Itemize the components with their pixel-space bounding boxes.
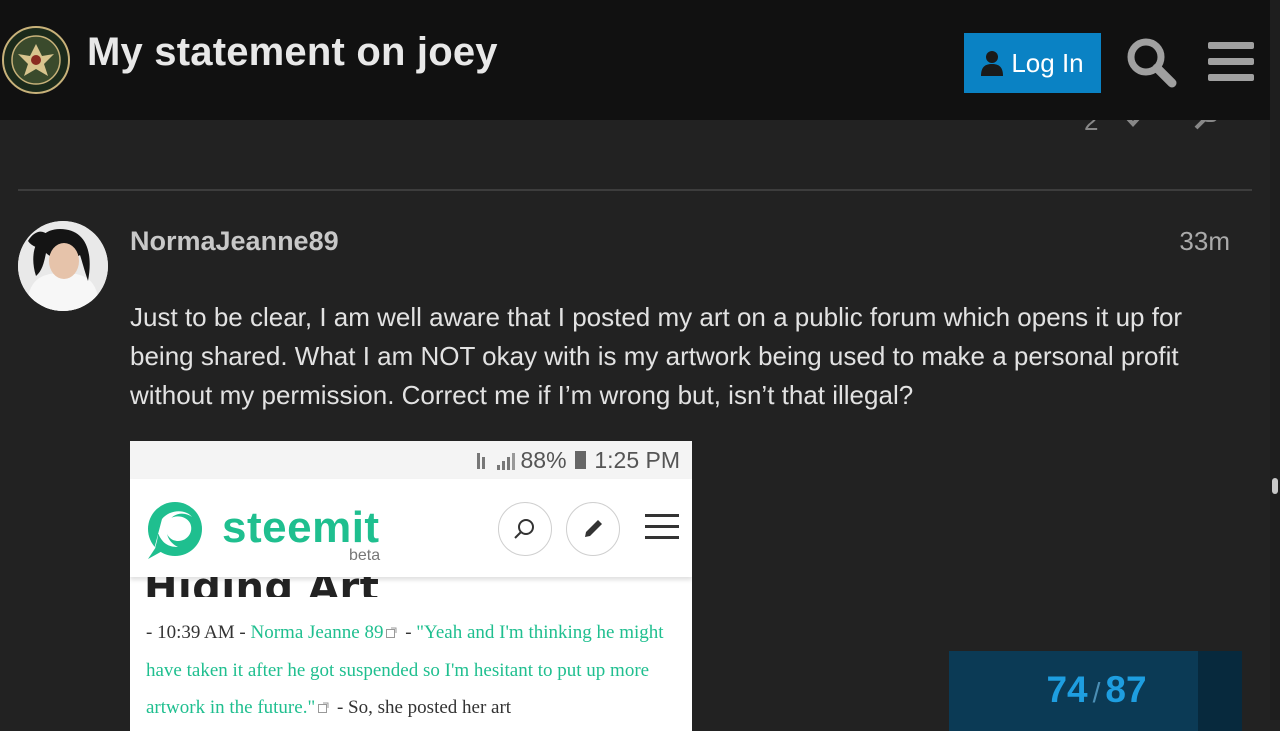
battery-icon (574, 451, 586, 469)
steemit-brand: steemit (222, 503, 380, 552)
post-body: Just to be clear, I am well aware that I… (130, 302, 1183, 410)
pencil-icon (585, 520, 602, 537)
steemit-beta: beta (349, 547, 381, 564)
external-link-icon (318, 702, 329, 713)
post-date[interactable]: 33m (1160, 226, 1230, 257)
quote-separator: - (400, 622, 417, 643)
user-avatar[interactable] (18, 221, 108, 311)
search-icon (1127, 38, 1177, 88)
status-readout: 88% 1:25 PM (521, 447, 680, 474)
site-logo[interactable] (2, 26, 70, 94)
scrollbar-thumb[interactable] (1272, 478, 1278, 494)
page-scrollbar[interactable] (1270, 0, 1280, 720)
external-link-icon (386, 627, 397, 638)
post-divider (18, 189, 1252, 191)
army-seal-icon (2, 26, 70, 94)
steemit-logo-icon (148, 502, 202, 559)
trailing-text: - So, she posted her art (332, 697, 512, 718)
status-time: 1:25 PM (594, 447, 680, 473)
progress-total: 87 (1105, 669, 1147, 710)
battery-percent: 88% (520, 447, 567, 473)
embed-paragraph: - 10:39 AM - Norma Jeanne 89 - "Yeah and… (146, 614, 686, 727)
login-label: Log In (1011, 47, 1084, 78)
login-button[interactable]: Log In (964, 33, 1101, 93)
topic-title: My statement on joey (87, 30, 498, 74)
topic-progress[interactable]: 74/87 (949, 651, 1242, 731)
site-header: My statement on joey Log In (0, 0, 1270, 120)
search-button[interactable] (1125, 36, 1177, 88)
author-link: Norma Jeanne 89 (250, 622, 384, 643)
heading-clip: Hiding Art (130, 577, 692, 597)
user-icon (981, 51, 1004, 76)
progress-current: 74 (1046, 669, 1088, 710)
steemit-navbar: steemit beta (130, 479, 692, 577)
hamburger-icon (1208, 42, 1254, 81)
phone-status-bar: 88% 1:25 PM (130, 441, 692, 479)
hamburger-menu-button[interactable] (1208, 40, 1254, 82)
embedded-screenshot[interactable]: 88% 1:25 PM steemit beta - 10:39 AM - No… (130, 441, 692, 731)
embed-heading: Hiding Art (144, 577, 379, 597)
progress-separator: / (1092, 677, 1101, 708)
signal-icon (477, 450, 515, 477)
steemit-edit-button (566, 502, 620, 556)
post-username[interactable]: NormaJeanne89 (130, 226, 339, 257)
progress-readout: 74/87 (949, 669, 1244, 711)
time-prefix: - 10:39 AM - (146, 622, 251, 643)
avatar-photo (18, 221, 108, 311)
search-icon (514, 519, 534, 539)
hamburger-icon (645, 514, 679, 539)
steemit-search-button (498, 502, 552, 556)
